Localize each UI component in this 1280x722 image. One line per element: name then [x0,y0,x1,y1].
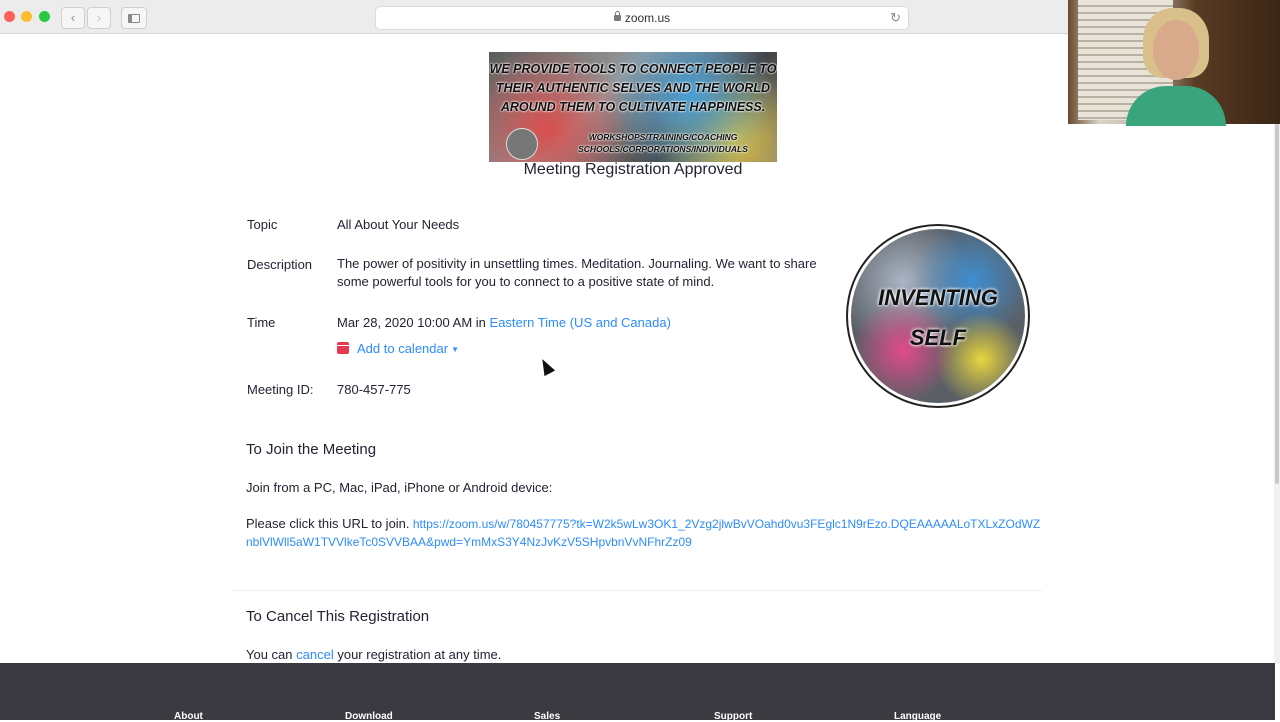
cancel-heading: To Cancel This Registration [246,608,430,625]
footer-download[interactable]: Download [345,711,393,722]
topic-label: Topic [247,217,278,232]
page-title: Meeting Registration Approved [523,161,743,178]
meeting-id-label: Meeting ID: [247,382,314,397]
inventing-self-logo: INVENTING SELF [851,229,1025,403]
banner-line: THEIR AUTHENTIC SELVES AND THE WORLD [495,81,771,95]
caret-down-icon: ▼ [451,345,459,354]
cancel-prefix: You can [246,647,293,662]
logo-text: SELF [909,325,967,350]
add-to-calendar-label: Add to calendar [357,341,449,356]
scrollbar-thumb[interactable] [1275,124,1279,484]
time-in-text: in [475,315,486,330]
banner-line: WE PROVIDE TOOLS TO CONNECT PEOPLE TO [489,62,777,76]
forward-button[interactable]: › [87,7,111,29]
browser-toolbar: ‹ › zoom.us ↻ [0,0,1068,34]
reload-icon[interactable]: ↻ [890,10,901,26]
time-value: Mar 28, 2020 10:00 AM in Eastern Time (U… [337,315,671,330]
banner-logo [506,128,538,160]
description-value: The power of positivity in unsettling ti… [337,256,817,289]
meeting-id-value: 780-457-775 [337,382,411,397]
join-devices-text: Join from a PC, Mac, iPad, iPhone or And… [246,480,553,495]
sidebar-toggle-button[interactable] [121,7,147,29]
banner-line: WORKSHOPS/TRAINING/COACHING [588,132,738,142]
minimize-window-icon[interactable] [21,11,32,22]
footer-about[interactable]: About [174,711,203,722]
url-text: zoom.us [624,11,671,25]
footer-language[interactable]: Language [894,711,941,722]
footer-support[interactable]: Support [714,711,752,722]
join-heading: To Join the Meeting [246,441,377,458]
header-banner: WE PROVIDE TOOLS TO CONNECT PEOPLE TO TH… [489,52,777,162]
site-footer: About Download Sales Support Language [0,663,1275,722]
topic-value: All About Your Needs [337,217,460,232]
cancel-text: You can cancel your registration at any … [246,647,501,662]
time-label: Time [247,315,276,330]
page-scrollbar[interactable] [1274,124,1280,664]
logo-text: INVENTING [878,285,998,310]
footer-sales[interactable]: Sales [534,711,560,722]
maximize-window-icon[interactable] [39,11,50,22]
lock-icon [613,11,621,21]
cancel-suffix: your registration at any time. [337,647,502,662]
add-to-calendar-button[interactable]: Add to calendar ▼ [337,341,459,356]
divider [232,590,1042,591]
close-window-icon[interactable] [4,11,15,22]
join-prompt: Please click this URL to join. [246,516,410,531]
cancel-link[interactable]: cancel [296,647,334,662]
back-button[interactable]: ‹ [61,7,85,29]
calendar-icon [337,342,349,354]
banner-line: SCHOOLS/CORPORATIONS/INDIVIDUALS [578,144,748,154]
mouse-cursor-icon [537,356,556,377]
timezone-link[interactable]: Eastern Time (US and Canada) [490,315,671,330]
banner-line: AROUND THEM TO CULTIVATE HAPPINESS. [500,100,766,114]
time-text: Mar 28, 2020 10:00 AM [337,315,473,330]
presenter-face [1153,20,1199,80]
description-label: Description [247,257,313,272]
join-url-paragraph: Please click this URL to join. https://z… [246,515,1046,551]
sidebar-icon [128,14,140,23]
address-bar[interactable]: zoom.us ↻ [375,6,909,30]
webcam-video [1068,0,1280,126]
